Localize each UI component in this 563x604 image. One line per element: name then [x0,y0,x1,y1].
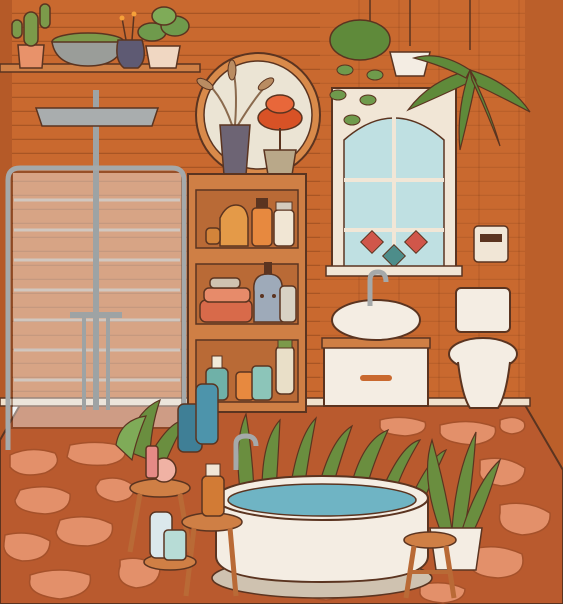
spray-bottle-icon[interactable] [279,285,297,323]
shower-head-icon[interactable] [34,107,160,127]
scene-canvas [0,0,563,604]
bathroom-scene [0,0,563,604]
cream-bottle-icon[interactable] [273,201,295,247]
paper-dispenser-icon[interactable] [473,225,509,263]
